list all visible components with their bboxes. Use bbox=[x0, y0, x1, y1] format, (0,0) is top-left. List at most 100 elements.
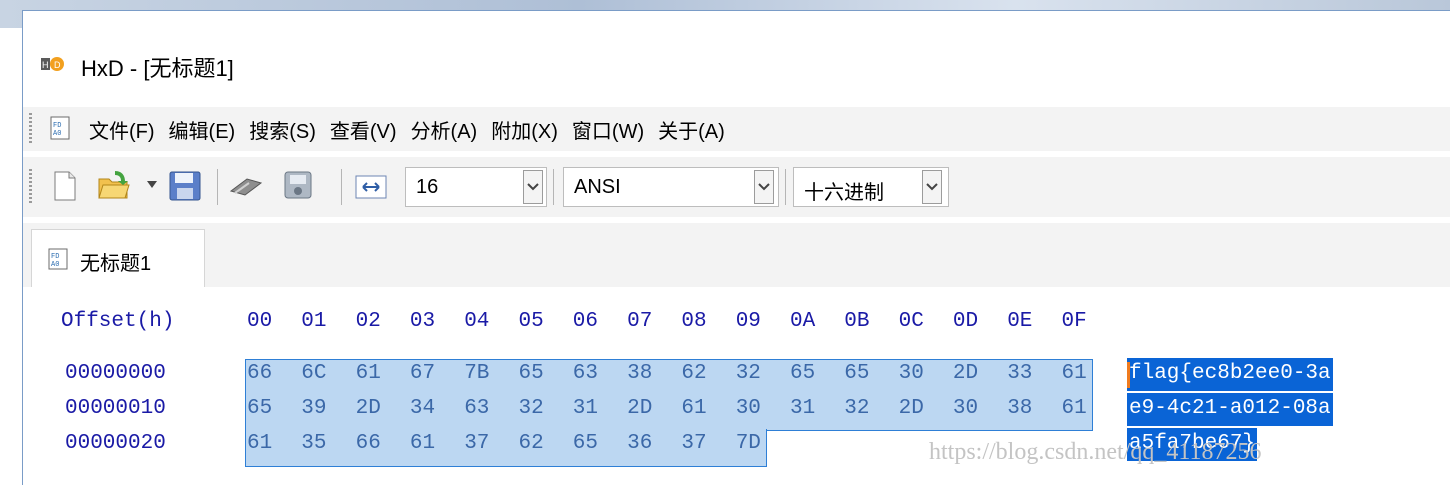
text-row[interactable]: flag{ec8b2ee0-3a bbox=[1129, 362, 1331, 385]
toolbar-separator bbox=[341, 169, 342, 205]
hex-byte[interactable]: 61 bbox=[1062, 397, 1087, 420]
ram-icon[interactable] bbox=[229, 175, 263, 199]
hex-byte[interactable]: 6C bbox=[301, 362, 326, 385]
hex-byte[interactable]: 38 bbox=[1007, 397, 1032, 420]
text-row[interactable]: e9-4c21-a012-08a bbox=[1129, 397, 1331, 420]
offset-base-select[interactable]: 十六进制 bbox=[793, 167, 949, 207]
hex-byte[interactable]: 7D bbox=[736, 432, 761, 455]
menu-analysis[interactable]: 分析(A) bbox=[411, 115, 478, 144]
menu-file[interactable]: 文件(F) bbox=[89, 115, 155, 144]
hex-byte[interactable]: 65 bbox=[844, 362, 869, 385]
hex-byte[interactable]: 7B bbox=[464, 362, 489, 385]
hex-byte[interactable]: 39 bbox=[301, 397, 326, 420]
hex-byte[interactable]: 61 bbox=[1062, 362, 1087, 385]
bytes-per-row-select[interactable]: 16 bbox=[405, 167, 547, 207]
save-icon[interactable] bbox=[169, 171, 201, 201]
hex-byte[interactable]: 31 bbox=[790, 397, 815, 420]
hex-byte[interactable]: 32 bbox=[519, 397, 544, 420]
hex-byte[interactable]: 65 bbox=[790, 362, 815, 385]
hex-byte[interactable]: 30 bbox=[736, 397, 761, 420]
svg-text:A0: A0 bbox=[51, 261, 59, 269]
menu-window[interactable]: 窗口(W) bbox=[572, 115, 644, 144]
hex-byte[interactable]: 30 bbox=[899, 362, 924, 385]
hex-byte[interactable]: 67 bbox=[410, 362, 435, 385]
hex-byte[interactable]: 32 bbox=[844, 397, 869, 420]
hex-byte[interactable]: 61 bbox=[410, 432, 435, 455]
hex-byte[interactable]: 61 bbox=[247, 432, 272, 455]
row-offset: 00000000 bbox=[65, 362, 166, 385]
hex-byte[interactable]: 37 bbox=[464, 432, 489, 455]
svg-text:H: H bbox=[42, 60, 49, 70]
column-header: 0C bbox=[898, 310, 924, 333]
hex-byte[interactable]: 35 bbox=[301, 432, 326, 455]
tab-label: 无标题1 bbox=[80, 253, 152, 275]
column-header: 01 bbox=[301, 310, 327, 333]
chevron-down-icon bbox=[527, 183, 539, 191]
column-header: 0A bbox=[790, 310, 816, 333]
toolbar-separator bbox=[553, 169, 554, 205]
column-header: 02 bbox=[355, 310, 381, 333]
column-header: 03 bbox=[409, 310, 436, 333]
disk-icon[interactable] bbox=[281, 169, 315, 201]
menu-extras[interactable]: 附加(X) bbox=[491, 115, 558, 144]
hex-byte[interactable]: 33 bbox=[1007, 362, 1032, 385]
column-header: 00 bbox=[247, 310, 273, 333]
hex-byte[interactable]: 62 bbox=[519, 432, 544, 455]
column-header: 0D bbox=[952, 310, 979, 333]
chevron-down-icon bbox=[926, 183, 938, 191]
bytes-per-row-value: 16 bbox=[416, 176, 439, 198]
hex-byte[interactable]: 38 bbox=[627, 362, 652, 385]
hex-byte[interactable]: 65 bbox=[519, 362, 544, 385]
hex-byte[interactable]: 65 bbox=[573, 432, 598, 455]
menu-view[interactable]: 查看(V) bbox=[330, 115, 397, 144]
toolbar-separator bbox=[785, 169, 786, 205]
menubar-grip[interactable] bbox=[29, 113, 32, 145]
hex-editor-view[interactable]: Offset(h) 00 01 02 03 04 05 06 07 08 09 0A 0B 0C 0D 0E… bbox=[23, 287, 1450, 485]
hex-byte[interactable]: 62 bbox=[681, 362, 706, 385]
hex-byte[interactable]: 37 bbox=[681, 432, 706, 455]
hex-byte[interactable]: 66 bbox=[356, 432, 381, 455]
hex-byte[interactable]: 34 bbox=[410, 397, 435, 420]
column-header: 06 bbox=[572, 310, 599, 333]
toolbar-separator bbox=[217, 169, 218, 205]
row-offset: 00000010 bbox=[65, 397, 166, 420]
toolbar: 16 ANSI 十六进制 bbox=[23, 157, 1450, 217]
menu-edit[interactable]: 编辑(E) bbox=[169, 115, 236, 144]
charset-select[interactable]: ANSI bbox=[563, 167, 779, 207]
menu-about[interactable]: 关于(A) bbox=[658, 115, 725, 144]
open-file-icon[interactable] bbox=[97, 169, 131, 201]
chevron-down-icon bbox=[758, 183, 770, 191]
hex-byte[interactable]: 2D bbox=[953, 362, 978, 385]
hex-byte[interactable]: 61 bbox=[356, 362, 381, 385]
hex-byte[interactable]: 30 bbox=[953, 397, 978, 420]
hex-byte[interactable]: 61 bbox=[681, 397, 706, 420]
document-tabbar: FD A0 无标题1 bbox=[23, 223, 1450, 288]
new-file-icon[interactable] bbox=[53, 171, 77, 201]
hex-byte[interactable]: 63 bbox=[573, 362, 598, 385]
column-header: 09 bbox=[735, 310, 761, 333]
hex-byte[interactable]: 63 bbox=[464, 397, 489, 420]
toolbar-grip[interactable] bbox=[29, 169, 32, 205]
hex-byte[interactable]: 2D bbox=[356, 397, 381, 420]
hex-byte[interactable]: 36 bbox=[627, 432, 652, 455]
dropdown-arrow-icon[interactable] bbox=[147, 181, 157, 189]
hex-byte[interactable]: 65 bbox=[247, 397, 272, 420]
column-header: 08 bbox=[681, 310, 707, 333]
menu-search[interactable]: 搜索(S) bbox=[249, 115, 316, 144]
menu-items: 文件(F) 编辑(E) 搜索(S) 查看(V) 分析(A) 附加(X) 窗口(W… bbox=[89, 107, 739, 151]
hex-byte[interactable]: 32 bbox=[736, 362, 761, 385]
offset-base-dropdown-button[interactable] bbox=[922, 170, 942, 204]
document-icon: FD A0 bbox=[48, 248, 68, 270]
document-icon[interactable]: FD A0 bbox=[49, 116, 71, 140]
hex-byte[interactable]: 31 bbox=[573, 397, 598, 420]
hex-byte[interactable]: 2D bbox=[627, 397, 652, 420]
bytes-per-row-dropdown-button[interactable] bbox=[523, 170, 543, 204]
hex-byte[interactable]: 66 bbox=[247, 362, 272, 385]
hex-byte[interactable]: 2D bbox=[899, 397, 924, 420]
tab-untitled1[interactable]: FD A0 无标题1 bbox=[31, 229, 205, 287]
svg-text:FD: FD bbox=[53, 122, 61, 130]
column-header: 05 bbox=[518, 310, 544, 333]
charset-dropdown-button[interactable] bbox=[754, 170, 774, 204]
hxd-app-icon: H D bbox=[41, 57, 64, 71]
columns-icon[interactable] bbox=[355, 175, 387, 199]
